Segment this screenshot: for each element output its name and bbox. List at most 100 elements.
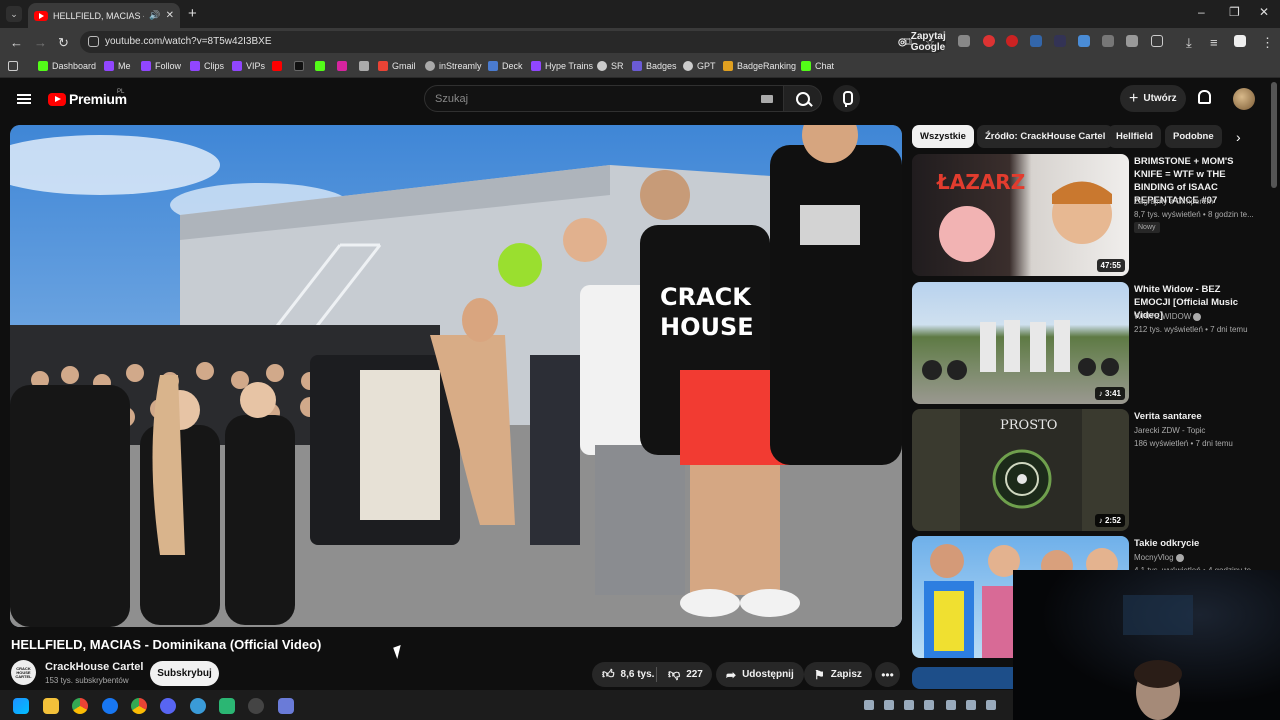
bookmark-gpt[interactable]: GPT xyxy=(683,61,716,71)
rec-channel[interactable]: Zagrajmy z Gimperem xyxy=(1134,195,1264,208)
file-explorer-icon[interactable] xyxy=(43,698,59,714)
extension-badge-icon[interactable] xyxy=(1126,35,1138,47)
extension-blue-icon[interactable] xyxy=(1030,35,1042,47)
channel-avatar[interactable]: CRACK HOUSE CARTEL xyxy=(11,660,36,685)
chip-hellfield[interactable]: Hellfield xyxy=(1108,125,1161,148)
save-button[interactable]: ⚑ Zapisz xyxy=(804,662,872,687)
bookmark-x-icon[interactable] xyxy=(294,61,304,71)
site-info-icon[interactable] xyxy=(88,36,99,47)
keyboard-icon[interactable] xyxy=(761,95,773,103)
bookmark-badges[interactable]: Badges xyxy=(632,61,677,71)
chip-similar[interactable]: Podobne xyxy=(1165,125,1222,148)
video-player[interactable]: CRACK HOUSE xyxy=(10,125,902,627)
tray-icon[interactable] xyxy=(904,700,914,710)
chrome-menu-icon[interactable]: ⋮ xyxy=(1261,35,1274,51)
youtube-logo-icon[interactable] xyxy=(48,93,66,106)
extension-shield-icon[interactable] xyxy=(1102,35,1114,47)
tray-icon[interactable] xyxy=(986,700,996,710)
chip-all[interactable]: Wszystkie xyxy=(912,125,974,148)
reload-icon[interactable]: ↻ xyxy=(58,35,69,51)
ccleaner-icon[interactable] xyxy=(190,698,206,714)
audio-app-icon[interactable] xyxy=(219,698,235,714)
share-button[interactable]: ➦ Udostępnij xyxy=(716,662,804,687)
bookmark-app-icon[interactable] xyxy=(359,61,369,71)
bookmark-icon: ⚑ xyxy=(814,667,825,682)
extension-red-icon[interactable] xyxy=(983,35,995,47)
rec-thumbnail[interactable]: ♪ 3:41 xyxy=(912,282,1129,404)
ask-google-button[interactable]: ◎ Zapytaj Google xyxy=(892,31,952,53)
minimize-icon[interactable]: – xyxy=(1198,5,1205,19)
extension-photo-icon[interactable] xyxy=(1078,35,1090,47)
dislike-button[interactable]: 👎︎ 227 xyxy=(658,662,713,687)
download-icon[interactable]: ⤓ xyxy=(1186,35,1192,51)
voice-search-icon[interactable] xyxy=(833,85,860,112)
bookmark-instagram-icon[interactable] xyxy=(337,61,347,71)
obs-icon[interactable] xyxy=(248,698,264,714)
tray-icon[interactable] xyxy=(884,700,894,710)
tab-search-icon[interactable]: ⌄ xyxy=(6,6,22,22)
adblock-icon[interactable] xyxy=(1006,35,1018,47)
profile-icon[interactable] xyxy=(1234,35,1246,47)
bookmark-vips[interactable]: VIPs xyxy=(232,61,265,71)
tray-icon[interactable] xyxy=(864,700,874,710)
rec-title[interactable]: Takie odkrycie xyxy=(1134,537,1258,550)
maximize-icon[interactable]: ❐ xyxy=(1229,5,1240,19)
windows-start-icon[interactable] xyxy=(13,698,29,714)
forward-icon[interactable]: → xyxy=(34,35,47,50)
extensions-puzzle-icon[interactable] xyxy=(1151,35,1163,47)
back-icon[interactable]: ← xyxy=(10,35,23,50)
audio-icon[interactable]: 🔊 xyxy=(149,10,160,21)
tray-icon[interactable] xyxy=(966,700,976,710)
search-button[interactable] xyxy=(784,85,822,112)
rec-title[interactable]: Verita santaree xyxy=(1134,410,1258,423)
new-tab-icon[interactable]: + xyxy=(188,5,197,22)
bookmark-dashboard[interactable]: Dashboard xyxy=(38,61,96,71)
avatar[interactable] xyxy=(1233,88,1255,110)
bookmark-star-icon[interactable]: ☆ xyxy=(925,36,935,49)
rec-channel[interactable]: WHITE WIDOW xyxy=(1134,310,1264,323)
chrome-icon[interactable] xyxy=(72,698,88,714)
rec-channel[interactable]: MocnyVlog xyxy=(1134,551,1264,564)
bookmark-clips[interactable]: Clips xyxy=(190,61,224,71)
bookmark-kick-icon[interactable] xyxy=(315,61,325,71)
scrollbar[interactable] xyxy=(1271,82,1277,188)
notifications-icon[interactable] xyxy=(1198,90,1211,104)
discord-icon[interactable] xyxy=(160,698,176,714)
create-button[interactable]: + Utwórz xyxy=(1120,85,1186,112)
search-input[interactable]: Szukaj xyxy=(424,85,784,112)
channel-name[interactable]: CrackHouse Cartel xyxy=(45,661,143,673)
subscribe-button[interactable]: Subskrybuj xyxy=(150,661,219,686)
close-tab-icon[interactable]: ✕ xyxy=(166,10,174,21)
chevron-right-icon[interactable]: › xyxy=(1236,129,1241,145)
chrome-profile-icon[interactable] xyxy=(131,698,147,714)
bookmark-hype-trains[interactable]: Hype Trains xyxy=(531,61,593,71)
bookmark-gmail[interactable]: Gmail xyxy=(378,61,416,71)
facebook-icon[interactable] xyxy=(102,698,118,714)
extension-dark-icon[interactable] xyxy=(1054,35,1066,47)
install-icon[interactable]: ⧉ xyxy=(904,36,912,49)
bookmark-me[interactable]: Me xyxy=(104,61,131,71)
more-actions-icon[interactable]: ••• xyxy=(875,662,900,687)
apps-icon[interactable] xyxy=(8,61,18,71)
address-bar[interactable]: youtube.com/watch?v=8T5w42I3BXE ◎ Zapyta… xyxy=(80,31,946,53)
bookmark-chat[interactable]: Chat xyxy=(801,61,834,71)
close-window-icon[interactable]: ✕ xyxy=(1259,5,1269,19)
app-icon[interactable] xyxy=(278,698,294,714)
bookmark-sr[interactable]: SR xyxy=(597,61,624,71)
rec-thumbnail[interactable]: ŁAZARZ 47:55 xyxy=(912,154,1129,276)
bookmark-deck[interactable]: Deck xyxy=(488,61,523,71)
shield-extension-icon[interactable] xyxy=(958,35,970,47)
bookmark-badgeranking[interactable]: BadgeRanking xyxy=(723,61,796,71)
active-tab[interactable]: HELLFIELD, MACIAS - Domi 🔊 ✕ xyxy=(28,3,180,28)
menu-icon[interactable] xyxy=(17,94,31,104)
tray-icon[interactable] xyxy=(924,700,934,710)
like-button[interactable]: 👍︎ 8,6 tys. xyxy=(592,662,664,687)
rec-channel[interactable]: Jarecki ZDW - Topic xyxy=(1134,424,1264,437)
bookmark-youtube-icon[interactable] xyxy=(272,61,282,71)
bookmark-follow[interactable]: Follow xyxy=(141,61,181,71)
bookmark-instreamly[interactable]: inStreamly xyxy=(425,61,482,71)
chip-source[interactable]: Źródło: CrackHouse Cartel xyxy=(977,125,1114,148)
tray-icon[interactable] xyxy=(946,700,956,710)
rec-thumbnail[interactable]: PROSTO ♪ 2:52 xyxy=(912,409,1129,531)
media-control-icon[interactable]: ≡ xyxy=(1210,35,1218,50)
